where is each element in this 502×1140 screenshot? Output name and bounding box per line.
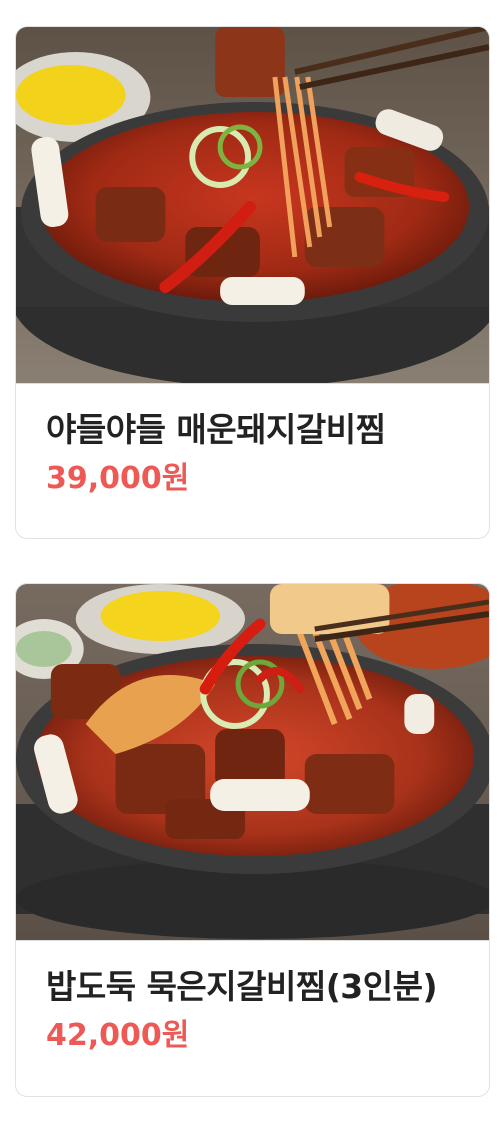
product-name[interactable]: 밥도둑 묵은지갈비찜(3인분) — [46, 965, 459, 1009]
food-photo-icon — [16, 584, 489, 940]
product-name[interactable]: 야들야들 매운돼지갈비찜 — [46, 408, 459, 452]
product-price: 39,000원 — [46, 461, 190, 496]
food-photo-icon — [16, 27, 489, 383]
product-card[interactable]: 밥도둑 묵은지갈비찜(3인분) 42,000원 — [15, 583, 490, 1097]
product-card[interactable]: 야들야들 매운돼지갈비찜 39,000원 — [15, 26, 490, 539]
product-image[interactable] — [16, 27, 489, 384]
product-price: 42,000원 — [46, 1018, 190, 1053]
product-image[interactable] — [16, 584, 489, 941]
